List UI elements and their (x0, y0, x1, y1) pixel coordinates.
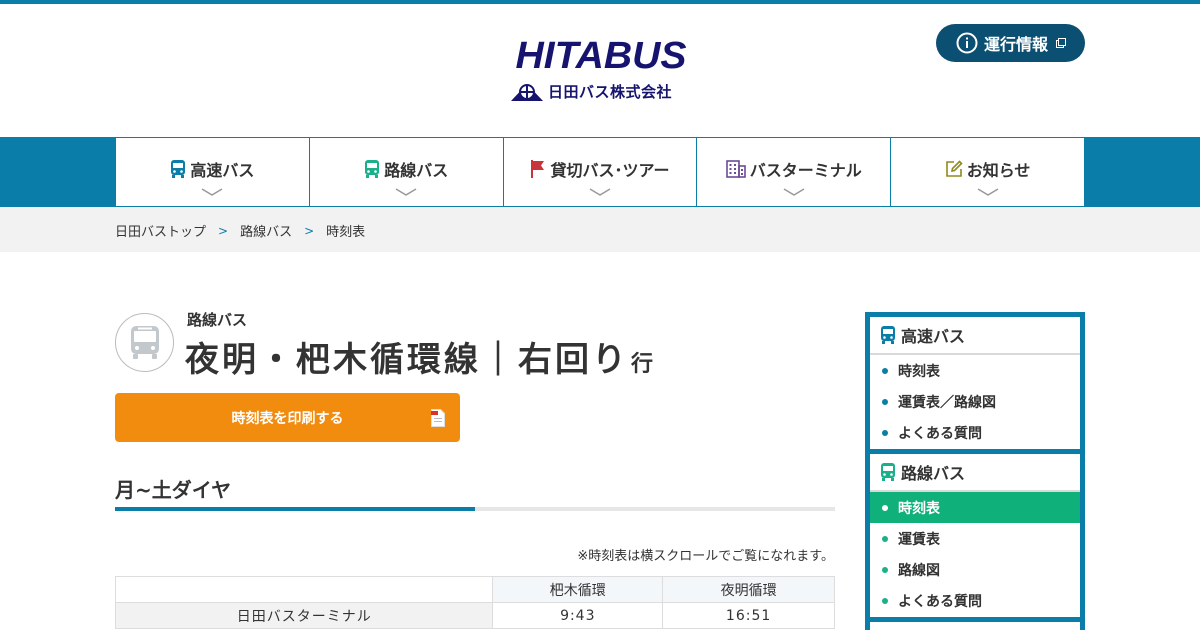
sidebar-link-route-faq[interactable]: よくある質問 (870, 585, 1080, 616)
flag-icon (531, 160, 545, 178)
chevron-down-icon (395, 188, 417, 196)
nav-item-bus-terminal[interactable]: バスターミナル (697, 138, 892, 206)
sidebar-section-header[interactable]: 高速バス (870, 317, 1080, 355)
service-info-button[interactable]: 運行情報 (936, 24, 1085, 62)
external-link-icon (1056, 38, 1067, 48)
bullet-dot (882, 566, 888, 573)
company-name: 日田バス株式会社 (548, 82, 673, 101)
chevron-down-icon (783, 188, 805, 196)
breadcrumb-link-home[interactable]: 日田バストップ (115, 221, 206, 240)
chevron-down-icon (977, 188, 998, 196)
print-button-label: 時刻表を印刷する (231, 410, 344, 427)
pdf-file-icon (431, 409, 445, 427)
sidebar-link-label: 運賃表 (898, 531, 940, 548)
timetable: 杷木循環 夜明循環 日田バスターミナル 9:43 16:51 (114, 576, 835, 629)
breadcrumb: 日田バストップ > 路線バス > 時刻表 (115, 221, 366, 241)
bus-icon (365, 160, 380, 178)
nav-label: 路線バス (384, 161, 449, 180)
timetable-time: 16:51 (662, 602, 835, 629)
chevron-down-icon (202, 188, 223, 196)
nav-label: バスターミナル (749, 161, 862, 180)
nav-label: 貸切バス･ツアー (550, 161, 670, 180)
bullet-dot (882, 367, 888, 374)
sidebar-section-header[interactable]: 路線バス (870, 454, 1080, 492)
sidebar-section-title: 高速バス (901, 327, 966, 346)
bus-icon (881, 463, 895, 481)
sidebar-link-label: よくある質問 (898, 593, 982, 610)
global-nav: 高速バス 路線バス 貸切バス･ツアー バスターミナル お知らせ (115, 137, 1085, 207)
bus-icon (881, 326, 895, 344)
sidebar-section-highway-bus: 高速バス 時刻表 運賃表／路線図 よくある質問 (870, 317, 1080, 449)
bullet-dot (882, 535, 888, 542)
sidebar-link-label: 時刻表 (898, 363, 940, 380)
sidebar-link-label: 路線図 (898, 562, 940, 579)
page-title: 夜明・杷木循環線｜右回り行 (185, 332, 653, 381)
sidebar-link-route-timetable[interactable]: 時刻表 (870, 492, 1080, 523)
bus-icon (171, 160, 186, 178)
nav-item-route-bus[interactable]: 路線バス (310, 138, 504, 206)
service-info-label: 運行情報 (984, 35, 1049, 54)
breadcrumb-link-route-bus[interactable]: 路線バス (240, 221, 292, 240)
nav-label: 高速バス (190, 161, 255, 180)
timetable-column-header: 夜明循環 (662, 576, 835, 603)
nav-item-highway-bus[interactable]: 高速バス (116, 138, 310, 206)
route-kind-label: 路線バス (187, 311, 248, 329)
sidebar: 高速バス 時刻表 運賃表／路線図 よくある質問 路線バス 時刻表 運賃表 路線図… (865, 312, 1085, 630)
nav-item-news[interactable]: お知らせ (891, 138, 1084, 206)
timetable-header-row: 杷木循環 夜明循環 (114, 576, 835, 603)
chevron-down-icon (589, 188, 611, 196)
bus-icon (130, 325, 159, 359)
sidebar-section-title: 路線バス (901, 464, 966, 483)
breadcrumb-separator: > (304, 223, 315, 238)
nav-label: お知らせ (966, 161, 1031, 180)
site-logo[interactable]: HITABUS 日田バス株式会社 (504, 36, 698, 106)
sidebar-link-route-map[interactable]: 路線図 (870, 554, 1080, 585)
bullet-dot (882, 429, 888, 436)
timetable-time: 9:43 (492, 602, 664, 629)
nav-item-charter-tour[interactable]: 貸切バス･ツアー (504, 138, 698, 206)
timetable-corner (114, 576, 494, 603)
sidebar-link-highway-timetable[interactable]: 時刻表 (870, 355, 1080, 386)
sidebar-link-label: 運賃表／路線図 (898, 394, 996, 411)
route-name: 夜明・杷木循環線｜右回り (185, 340, 629, 380)
timetable-column-header: 杷木循環 (492, 576, 664, 603)
route-suffix: 行 (631, 352, 654, 377)
schedule-section-title: 月~土ダイヤ (115, 478, 232, 502)
logo-wordmark: HITABUS (515, 35, 687, 77)
print-timetable-button[interactable]: 時刻表を印刷する (115, 393, 460, 442)
sidebar-link-label: よくある質問 (898, 425, 982, 442)
edit-icon (945, 160, 963, 177)
timetable-stop-name: 日田バスターミナル (114, 602, 494, 629)
building-icon (725, 160, 746, 178)
logo-company: 日田バス株式会社 (510, 80, 672, 102)
breadcrumb-separator: > (218, 223, 229, 238)
sidebar-link-route-fares[interactable]: 運賃表 (870, 523, 1080, 554)
bullet-dot (882, 398, 888, 405)
table-row: 日田バスターミナル 9:43 16:51 (114, 602, 835, 629)
route-bus-badge (115, 313, 174, 372)
bullet-dot (882, 597, 888, 604)
logo-emblem-icon (511, 84, 543, 101)
sidebar-section-route-bus: 路線バス 時刻表 運賃表 路線図 よくある質問 (870, 454, 1080, 617)
bullet-dot (882, 504, 888, 511)
sidebar-link-highway-faq[interactable]: よくある質問 (870, 417, 1080, 448)
scroll-note: ※時刻表は横スクロールでご覧になれます。 (577, 549, 834, 564)
sidebar-link-highway-fares-map[interactable]: 運賃表／路線図 (870, 386, 1080, 417)
top-accent-bar (0, 0, 1200, 4)
sidebar-section-next (870, 622, 1080, 630)
section-divider-accent (115, 507, 475, 511)
breadcrumb-current: 時刻表 (326, 225, 366, 240)
info-icon (956, 32, 978, 54)
sidebar-link-label: 時刻表 (898, 500, 940, 517)
